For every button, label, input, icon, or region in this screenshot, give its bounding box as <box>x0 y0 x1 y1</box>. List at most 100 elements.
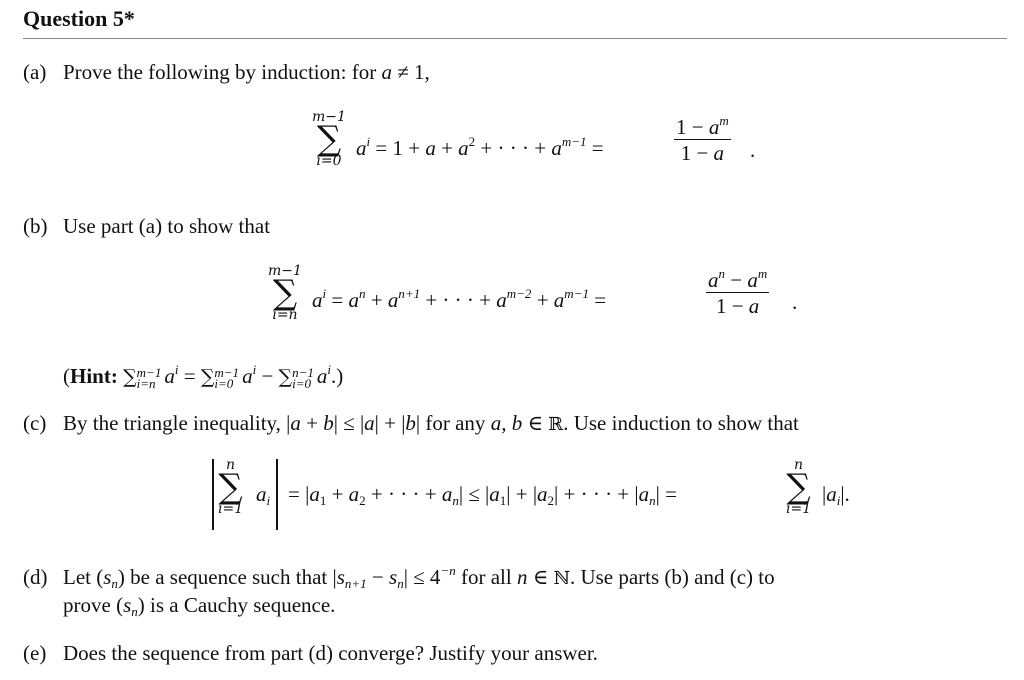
math-text: . Use parts (b) and (c) to <box>569 565 775 589</box>
math-var: a <box>826 482 837 506</box>
math-var: a <box>553 288 565 312</box>
sum-lower-limit: i=0 <box>292 376 311 392</box>
math-exp: −n <box>440 563 456 578</box>
math-text: + · · · + <box>420 288 497 312</box>
part-b-label: (b) <box>23 214 48 238</box>
math-var: a, b <box>490 411 523 435</box>
sum-lower-limit: i=1 <box>218 501 244 517</box>
reals-symbol: ℝ <box>548 414 564 435</box>
part-d-label: (d) <box>23 565 48 589</box>
sigma-symbol: ∑ <box>123 366 137 388</box>
math-var: a <box>164 364 175 388</box>
sum-lower-limit: i=1 <box>786 501 812 517</box>
formula-c-expansion: = |a1 + a2 + · · · + an| ≤ |a1| + |a2| +… <box>288 482 677 507</box>
sum-lower-limit: i=n <box>272 307 298 323</box>
part-c-label: (c) <box>23 411 47 435</box>
math-var: a <box>348 288 359 312</box>
math-var: b <box>323 411 334 435</box>
math-var: a <box>489 482 500 506</box>
fraction: 1 − am 1 − a <box>674 113 731 166</box>
fraction-denominator: 1 − a <box>674 140 731 166</box>
math-text: | for any <box>415 411 491 435</box>
math-text: for all <box>455 565 517 589</box>
math-var: n <box>516 565 528 589</box>
formula-end: . <box>792 290 798 314</box>
math-text: = <box>331 288 349 312</box>
sum-operator: m−1 ∑ i=0 <box>312 110 346 168</box>
math-var: a <box>748 294 760 318</box>
part-c-prompt: (c) By the triangle inequality, |a + b| ≤… <box>23 411 799 436</box>
math-var: a <box>242 364 253 388</box>
part-a-prompt: (a) Prove the following by induction: for… <box>23 60 430 85</box>
math-text: By the triangle inequality, | <box>63 411 291 435</box>
sigma-symbol: ∑ <box>278 366 293 388</box>
math-exp: i <box>322 286 327 301</box>
math-var: a <box>708 115 720 139</box>
math-text: + <box>435 136 459 160</box>
title-divider <box>23 38 1007 39</box>
math-var: a <box>713 141 725 165</box>
math-text: | ≤ | <box>458 482 490 506</box>
math-exp: i <box>366 134 371 149</box>
math-text: − <box>256 364 279 388</box>
formula-end: . <box>750 138 756 162</box>
math-var: a <box>747 268 758 292</box>
math-var: a <box>356 136 367 160</box>
sum-term: ai <box>256 482 270 507</box>
math-text: ∈ <box>522 411 549 435</box>
math-text: = | <box>288 482 310 506</box>
math-sub: i <box>266 493 271 508</box>
math-text: 1 − <box>676 115 709 139</box>
math-text: 1 − <box>680 141 714 165</box>
math-var: a <box>381 60 392 84</box>
hint-paren: .) <box>331 364 344 388</box>
math-text: + <box>326 482 349 506</box>
math-exp: m <box>719 113 729 128</box>
math-var: a <box>551 136 562 160</box>
math-text: ) be a sequence such that | <box>117 565 337 589</box>
math-text: prove ( <box>63 593 124 617</box>
part-e-prompt: (e) Does the sequence from part (d) conve… <box>23 641 598 666</box>
math-text: |. <box>840 482 850 506</box>
sum-limits: m−1 i=0 <box>214 366 239 390</box>
formula-a-expansion: ai = 1 + a + a2 + · · · + am−1 = <box>356 134 604 161</box>
math-var: a <box>708 268 719 292</box>
sum-term: |ai|. <box>822 482 850 507</box>
fraction: an − am 1 − a <box>706 266 770 319</box>
math-var: a <box>441 482 453 506</box>
math-text: = 1 + <box>375 136 426 160</box>
sum-operator: m−1 ∑ i=n <box>268 264 302 322</box>
math-text: | = <box>655 482 677 506</box>
math-exp: m <box>757 266 768 281</box>
math-text: + <box>300 411 324 435</box>
sum-operator: n ∑ i=1 <box>218 458 243 516</box>
math-text: | + | <box>506 482 538 506</box>
math-equals: = <box>591 136 604 160</box>
math-text: ) is a Cauchy sequence. <box>137 593 336 617</box>
part-d-prompt: (d) Let (sn) be a sequence such that |sn+… <box>23 563 775 591</box>
naturals-symbol: ℕ <box>553 568 570 589</box>
math-text: 1 − <box>715 294 749 318</box>
math-var: a <box>312 288 323 312</box>
math-var: s <box>389 565 398 589</box>
sigma-symbol: ∑ <box>200 366 215 388</box>
math-var: a <box>425 136 436 160</box>
math-var: a <box>387 288 399 312</box>
hint: (Hint: ∑ m−1 i=n ai = ∑ m−1 i=0 ai − ∑ n−1 i=0 ai… <box>63 363 344 392</box>
math-exp: m−2 <box>506 286 532 301</box>
part-b-prompt: (b) Use part (a) to show that <box>23 214 270 239</box>
hint-label: Hint: <box>70 364 118 388</box>
sum-operator: n ∑ i=1 <box>786 458 811 516</box>
math-text: | ≤ | <box>333 411 365 435</box>
math-text: ≠ 1, <box>391 60 430 84</box>
hint-paren: ( <box>63 364 70 388</box>
fraction-numerator: 1 − am <box>674 113 731 140</box>
math-text: ∈ <box>527 565 554 589</box>
question-title: Question 5* <box>23 6 135 31</box>
math-exp: n+1 <box>398 286 421 301</box>
part-e-label: (e) <box>23 641 47 665</box>
sum-limits: n−1 i=0 <box>292 366 314 392</box>
math-sub: n+1 <box>344 576 367 591</box>
fraction-numerator: an − am <box>706 266 770 293</box>
sigma-symbol: ∑ <box>316 119 342 159</box>
